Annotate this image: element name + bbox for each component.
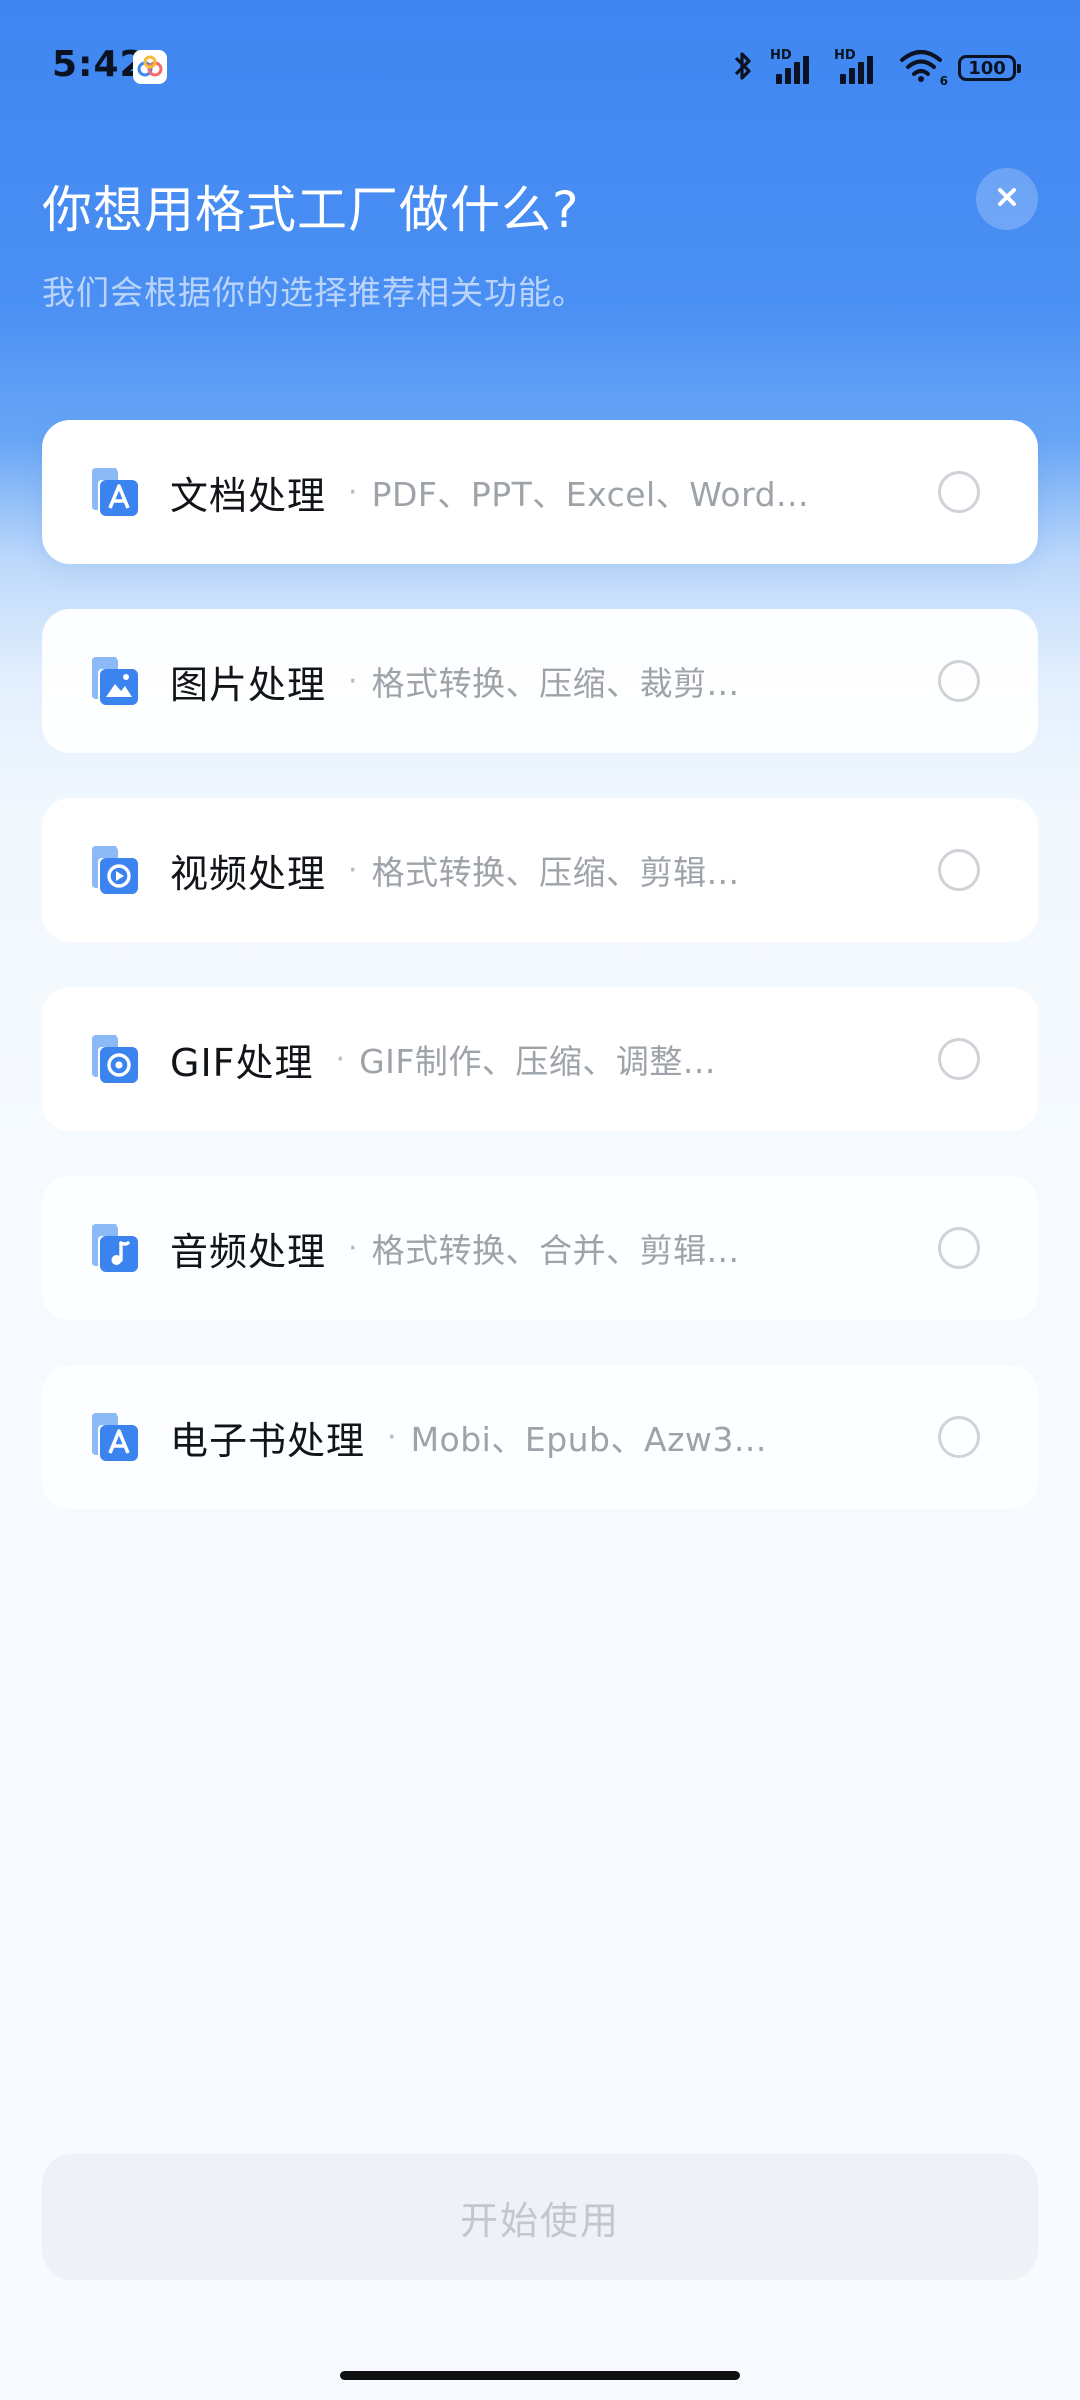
option-title: 文档处理: [170, 473, 327, 518]
close-icon: [994, 184, 1020, 214]
battery-indicator: 100: [958, 55, 1021, 81]
option-description: 格式转换、合并、剪辑...: [371, 1231, 740, 1270]
category-option-list: 文档处理 · PDF、PPT、Excel、Word... 图片处理 · 格式转换…: [42, 420, 1038, 1554]
option-radio[interactable]: [938, 1416, 980, 1458]
video-icon: [88, 844, 140, 896]
option-text: 视频处理 · 格式转换、压缩、剪辑...: [170, 798, 740, 942]
page-subtitle: 我们会根据你的选择推荐相关功能。: [42, 273, 586, 312]
option-description: Mobi、Epub、Azw3...: [410, 1420, 767, 1459]
start-button[interactable]: 开始使用: [42, 2154, 1038, 2280]
option-title: 电子书处理: [170, 1418, 366, 1463]
bluetooth-icon: [730, 49, 756, 87]
close-button[interactable]: [976, 168, 1038, 230]
option-separator: ·: [335, 1041, 346, 1077]
option-description: 格式转换、压缩、裁剪...: [371, 664, 740, 703]
option-document[interactable]: 文档处理 · PDF、PPT、Excel、Word...: [42, 420, 1038, 564]
image-icon: [88, 655, 140, 707]
option-description: 格式转换、压缩、剪辑...: [371, 853, 740, 892]
signal-2-icon: HD: [834, 48, 884, 88]
option-ebook[interactable]: 电子书处理 · Mobi、Epub、Azw3...: [42, 1365, 1038, 1509]
option-separator: ·: [348, 663, 358, 699]
option-description: PDF、PPT、Excel、Word...: [371, 475, 810, 514]
option-audio[interactable]: 音频处理 · 格式转换、合并、剪辑...: [42, 1176, 1038, 1320]
status-time: 5:42: [52, 44, 146, 85]
option-separator: ·: [387, 1419, 397, 1455]
option-radio[interactable]: [938, 849, 980, 891]
option-text: GIF处理 · GIF制作、压缩、调整...: [170, 987, 716, 1131]
option-video[interactable]: 视频处理 · 格式转换、压缩、剪辑...: [42, 798, 1038, 942]
option-description: GIF制作、压缩、调整...: [359, 1042, 716, 1081]
option-title: 图片处理: [170, 662, 327, 707]
wifi-label: 6: [939, 74, 948, 88]
option-radio[interactable]: [938, 1227, 980, 1269]
option-separator: ·: [348, 852, 358, 888]
home-indicator[interactable]: [340, 2371, 740, 2380]
option-radio[interactable]: [938, 1038, 980, 1080]
document-icon: [88, 466, 140, 518]
option-radio[interactable]: [938, 471, 980, 513]
option-title: GIF处理: [170, 1040, 314, 1085]
audio-icon: [88, 1222, 140, 1274]
status-bar: 5:42 HD HD 6 100: [0, 0, 1080, 130]
option-separator: ·: [348, 474, 358, 510]
wifi-icon: 6: [898, 48, 948, 88]
option-text: 音频处理 · 格式转换、合并、剪辑...: [170, 1176, 740, 1320]
page-title: 你想用格式工厂做什么?: [42, 181, 580, 239]
option-text: 图片处理 · 格式转换、压缩、裁剪...: [170, 609, 740, 753]
option-title: 视频处理: [170, 851, 327, 896]
signal-1-icon: HD: [770, 48, 820, 88]
option-image[interactable]: 图片处理 · 格式转换、压缩、裁剪...: [42, 609, 1038, 753]
status-icons: HD HD 6 100: [730, 48, 1021, 88]
option-gif[interactable]: GIF处理 · GIF制作、压缩、调整...: [42, 987, 1038, 1131]
option-text: 文档处理 · PDF、PPT、Excel、Word...: [170, 420, 809, 564]
ebook-icon: [88, 1411, 140, 1463]
option-title: 音频处理: [170, 1229, 327, 1274]
format-factory-mini-icon: [133, 50, 167, 84]
gif-icon: [88, 1033, 140, 1085]
option-radio[interactable]: [938, 660, 980, 702]
option-separator: ·: [348, 1230, 358, 1266]
option-text: 电子书处理 · Mobi、Epub、Azw3...: [170, 1365, 767, 1509]
